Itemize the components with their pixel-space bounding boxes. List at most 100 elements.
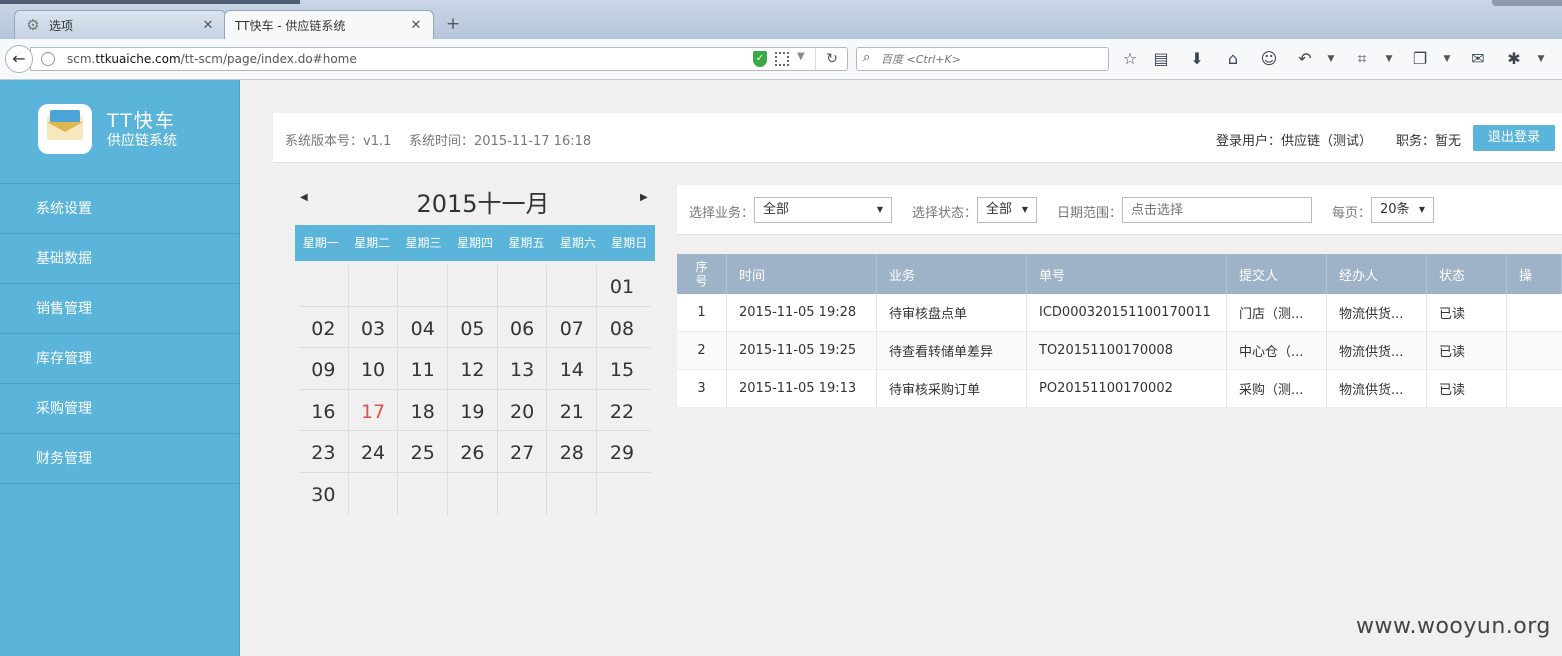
calendar-empty-cell xyxy=(498,265,548,306)
calendar-week-row: 02 03 04 05 06 07 08 xyxy=(299,306,651,349)
status-select[interactable]: 全部 ▼ xyxy=(977,197,1037,223)
chevron-down-icon[interactable]: ▼ xyxy=(1326,49,1336,69)
calendar-next-button[interactable]: ▶ xyxy=(640,192,648,203)
close-icon[interactable]: ✕ xyxy=(201,18,215,33)
calendar-day[interactable]: 23 xyxy=(299,431,349,472)
calendar-day[interactable]: 11 xyxy=(398,348,449,389)
download-icon[interactable]: ⬇ xyxy=(1187,49,1207,69)
crop-icon[interactable]: ⌗ xyxy=(1352,49,1372,69)
calendar-day[interactable]: 01 xyxy=(597,265,647,306)
chevron-down-icon[interactable]: ▼ xyxy=(1536,49,1546,69)
weekday-label: 星期三 xyxy=(405,236,442,250)
chevron-down-icon[interactable]: ▼ xyxy=(1442,49,1452,69)
table-cell xyxy=(1507,370,1562,407)
calendar-day[interactable]: 04 xyxy=(398,306,449,348)
column-header[interactable]: 业务 xyxy=(877,254,1027,294)
search-input[interactable] xyxy=(881,51,1101,67)
calendar-weekday-header: 星期一 星期二 星期三 星期四 星期五 星期六 星期日 xyxy=(295,225,655,261)
column-header[interactable]: 序号 xyxy=(677,254,727,294)
tab-title: TT快车 - 供应链系统 xyxy=(235,18,346,33)
home-icon[interactable]: ⌂ xyxy=(1223,49,1243,69)
column-header[interactable]: 时间 xyxy=(727,254,877,294)
calendar-day[interactable]: 08 xyxy=(597,307,647,348)
chevron-down-icon[interactable]: ▼ xyxy=(1384,49,1394,69)
chat-icon[interactable]: ☺ xyxy=(1259,49,1279,69)
calendar-day[interactable]: 18 xyxy=(398,389,449,431)
logout-button[interactable]: 退出登录 xyxy=(1473,125,1555,151)
calendar-day[interactable]: 27 xyxy=(498,431,548,472)
calendar-day[interactable]: 12 xyxy=(448,348,498,389)
undo-icon[interactable]: ↶ xyxy=(1295,49,1315,69)
calendar-day[interactable]: 03 xyxy=(349,306,399,348)
browser-tab-scm[interactable]: TT快车 - 供应链系统 ✕ xyxy=(224,10,434,39)
address-bar[interactable]: scm.ttkuaiche.com/tt-scm/page/index.do#h… xyxy=(30,47,848,71)
chevron-down-icon[interactable]: ▼ xyxy=(797,51,805,62)
calendar-day[interactable]: 05 xyxy=(448,306,498,348)
calendar-title: 2015十一月 xyxy=(416,190,550,218)
calendar-day[interactable]: 19 xyxy=(448,389,498,431)
calendar-day[interactable]: 21 xyxy=(547,389,598,431)
table-row[interactable]: 2 2015-11-05 19:25 待查看转储单差异 TO2015110017000… xyxy=(677,332,1562,370)
calendar-day[interactable]: 30 xyxy=(299,472,349,515)
close-icon[interactable]: ✕ xyxy=(409,18,423,33)
calendar-day[interactable]: 07 xyxy=(547,306,598,348)
sidebar-item-system-settings[interactable]: 系统设置 xyxy=(0,184,240,234)
window-controls[interactable] xyxy=(1492,0,1562,6)
calendar-day[interactable]: 26 xyxy=(448,431,498,472)
calendar-day[interactable]: 25 xyxy=(398,431,449,472)
calendar-day[interactable]: 15 xyxy=(597,348,647,389)
column-header[interactable]: 单号 xyxy=(1027,254,1227,294)
sidebar-item-inventory[interactable]: 库存管理 xyxy=(0,334,240,384)
calendar-day[interactable]: 20 xyxy=(498,389,548,431)
calendar-day[interactable]: 10 xyxy=(349,348,399,389)
calendar-day[interactable]: 16 xyxy=(299,389,349,431)
reload-button[interactable]: ↻ xyxy=(815,48,848,70)
sidebar-item-finance[interactable]: 财务管理 xyxy=(0,434,240,484)
url-text[interactable]: scm.ttkuaiche.com/tt-scm/page/index.do#h… xyxy=(67,52,357,66)
column-header[interactable]: 提交人 xyxy=(1227,254,1327,294)
column-header[interactable]: 状态 xyxy=(1427,254,1507,294)
calendar-day[interactable]: 24 xyxy=(349,431,399,472)
column-header[interactable]: 操 xyxy=(1507,254,1562,294)
column-header[interactable]: 经办人 xyxy=(1327,254,1427,294)
browser-tab-options[interactable]: ⚙ 选项 ✕ xyxy=(14,10,226,39)
window-menu-strip xyxy=(0,0,300,4)
back-button[interactable]: ← xyxy=(5,45,33,73)
comment-icon[interactable]: ✉ xyxy=(1468,49,1488,69)
new-tab-button[interactable]: + xyxy=(444,14,462,34)
page-size-select[interactable]: 20条 ▼ xyxy=(1371,197,1434,223)
calendar-prev-button[interactable]: ◀ xyxy=(300,192,308,203)
window-icon[interactable]: ❐ xyxy=(1410,49,1430,69)
sidebar-item-sales[interactable]: 销售管理 xyxy=(0,284,240,334)
date-range-input[interactable] xyxy=(1122,197,1312,223)
watermark: www.wooyun.org xyxy=(1356,614,1551,639)
calendar-day[interactable]: 09 xyxy=(299,348,349,389)
calendar-day[interactable]: 22 xyxy=(597,390,647,431)
calendar-day[interactable]: 14 xyxy=(547,348,598,389)
extension-icon[interactable]: ✱ xyxy=(1504,49,1524,69)
calendar-day[interactable]: 13 xyxy=(498,348,548,389)
reading-list-icon[interactable]: ▤ xyxy=(1151,49,1171,69)
calendar-day[interactable]: 29 xyxy=(597,431,647,472)
sidebar-item-purchasing[interactable]: 采购管理 xyxy=(0,384,240,434)
table-cell: ICD000320151100170011 xyxy=(1027,294,1227,331)
calendar-day[interactable]: 17 xyxy=(349,389,399,431)
qr-code-icon[interactable] xyxy=(775,52,789,66)
calendar-day[interactable]: 06 xyxy=(498,306,548,348)
business-select[interactable]: 全部 ▼ xyxy=(754,197,892,223)
table-row[interactable]: 1 2015-11-05 19:28 待审核盘点单 ICD00032015110017… xyxy=(677,294,1562,332)
table-cell: 2 xyxy=(677,332,727,369)
calendar-day[interactable]: 28 xyxy=(547,431,598,472)
table-row[interactable]: 3 2015-11-05 19:13 待审核采购订单 PO20151100170002… xyxy=(677,370,1562,408)
chevron-down-icon: ▼ xyxy=(1021,205,1028,214)
app-logo[interactable] xyxy=(38,104,92,154)
shield-icon[interactable]: ✓ xyxy=(753,51,767,67)
globe-icon xyxy=(41,52,55,66)
browser-nav-bar: scm.ttkuaiche.com/tt-scm/page/index.do#h… xyxy=(0,39,1562,80)
search-bar[interactable]: ⌕ xyxy=(856,47,1109,71)
calendar-day[interactable]: 02 xyxy=(299,306,349,348)
table-cell: 已读 xyxy=(1427,370,1507,407)
sidebar-item-base-data[interactable]: 基础数据 xyxy=(0,234,240,284)
table-cell: 采购（测... xyxy=(1227,370,1327,407)
bookmark-star-icon[interactable]: ☆ xyxy=(1120,49,1140,69)
